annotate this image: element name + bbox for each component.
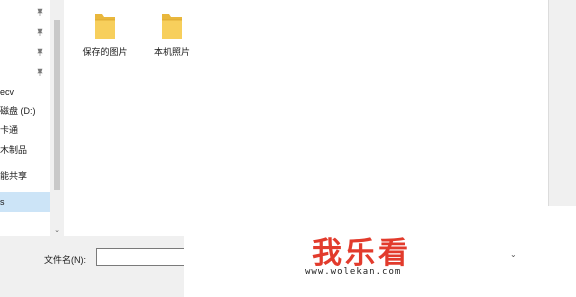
nav-item-label: 卡通 <box>0 125 19 135</box>
nav-item-label: 磁盘 (D:) <box>0 106 36 116</box>
nav-item-label: 木制品 <box>0 145 28 155</box>
pin-icon <box>36 28 44 36</box>
filename-input[interactable] <box>96 248 196 266</box>
nav-item-cartoon[interactable]: 卡通 <box>0 122 18 138</box>
watermark-url: www.wolekan.com <box>305 267 402 277</box>
folder-icon <box>70 10 140 42</box>
folder-item-saved-pictures[interactable]: 保存的图片 <box>70 10 140 58</box>
nav-item-drive-d[interactable]: 磁盘 (D:) <box>0 103 36 119</box>
pin-icon <box>36 8 44 16</box>
folder-label: 本机照片 <box>153 47 190 57</box>
pin-icon <box>36 68 44 76</box>
nav-item-label: 能共享 <box>0 171 28 181</box>
nav-item-selected[interactable]: s <box>0 194 5 210</box>
nav-selection-highlight <box>0 192 50 212</box>
content-scrollbar[interactable] <box>548 0 576 236</box>
folder-icon <box>137 10 207 42</box>
scrollbar-thumb[interactable] <box>54 20 60 190</box>
nav-item-label: ecv <box>0 87 15 97</box>
file-list-area: 保存的图片 本机照片 <box>64 0 548 236</box>
navigation-pane: ecv 磁盘 (D:) 卡通 木制品 能共享 s <box>0 0 50 236</box>
nav-scrollbar[interactable] <box>50 0 64 236</box>
folder-label: 保存的图片 <box>82 47 128 57</box>
nav-item-share[interactable]: 能共享 <box>0 168 27 184</box>
filter-dropdown-arrow-icon[interactable]: ⌄ <box>510 250 520 262</box>
nav-item-label: s <box>0 197 5 207</box>
pin-icon <box>36 48 44 56</box>
nav-item-ecv[interactable]: ecv <box>0 84 14 100</box>
watermark-logo: 我乐看 <box>312 236 411 271</box>
folder-item-camera-roll[interactable]: 本机照片 <box>137 10 207 58</box>
nav-item-woodwork[interactable]: 木制品 <box>0 142 27 158</box>
scroll-down-arrow-icon[interactable]: ⌄ <box>50 226 64 236</box>
filename-label: 文件名(N): <box>44 255 86 265</box>
